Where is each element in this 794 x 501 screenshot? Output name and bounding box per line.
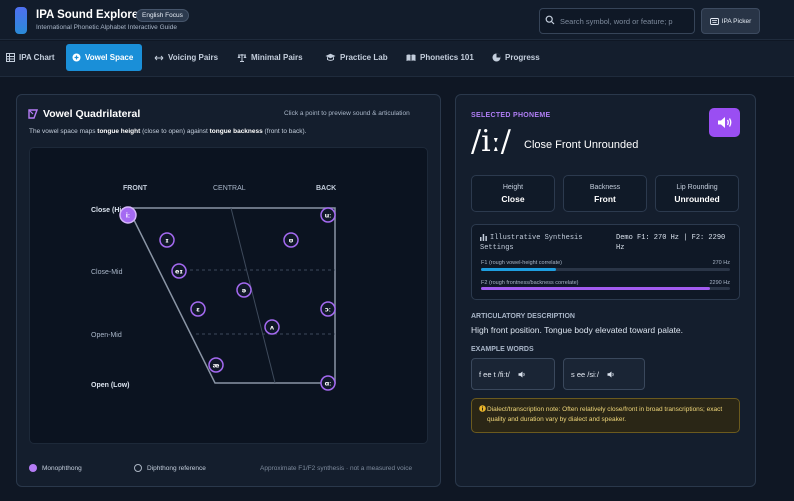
attr-backness: Backness Front [563,175,647,212]
examples-heading: EXAMPLE WORDS [471,346,534,353]
articulatory-description: High front position. Tongue body elevate… [471,325,684,335]
f1-value: 270 Hz [712,260,730,266]
tab-vowel-space[interactable]: Vowel Space [66,44,142,71]
book-icon [406,54,416,61]
main-nav: IPA Chart Vowel Space Voicing Pairs Mini… [0,41,794,77]
legend-diphthong: Diphthong reference [134,464,206,472]
f2-bar [481,287,730,290]
f1-label: F1 (rough vowel-height correlate) [481,260,563,266]
monophthong-swatch [29,464,37,472]
vowel-hint: Click a point to preview sound & articul… [284,110,410,117]
tab-label: Vowel Space [85,53,134,62]
tab-practice-lab[interactable]: Practice Lab [319,44,394,71]
app-title: IPA Sound Explorer [36,9,143,21]
tab-label: IPA Chart [19,53,55,62]
synthesis-title: Illustrative Synthesis Settings [480,234,583,252]
tab-ipa-chart[interactable]: IPA Chart [0,44,61,71]
app-logo [15,7,27,34]
tab-phonetics-101[interactable]: Phonetics 101 [400,44,480,71]
vowel-description: The vowel space maps tongue height (clos… [29,128,307,135]
info-icon [479,405,486,412]
tab-progress[interactable]: Progress [486,44,546,71]
f1-bar-fill [481,268,556,271]
f2-label: F2 (rough frontness/backness correlate) [481,280,579,286]
quadrilateral-icon [28,109,38,119]
formant-readout: Demo F1: 270 Hz | F2: 2290 Hz [616,234,726,252]
table-icon [6,53,15,62]
diphthong-swatch [134,464,142,472]
ipa-picker-button[interactable]: IPA Picker [701,8,760,34]
tab-voicing-pairs[interactable]: Voicing Pairs [148,44,224,71]
example-word-feet[interactable]: f ee t /fiːt/ [471,358,555,390]
tab-label: Minimal Pairs [251,53,303,62]
search-icon [545,15,555,27]
articulatory-heading: ARTICULATORY DESCRIPTION [471,313,575,320]
focus-badge: English Focus [136,9,189,22]
tab-label: Practice Lab [340,53,388,62]
search-input[interactable] [560,9,692,33]
play-sound-button[interactable] [709,108,740,137]
synthesis-disclaimer: Approximate F1/F2 synthesis · not a meas… [260,465,413,472]
keyboard-icon [709,17,719,25]
tab-label: Phonetics 101 [420,53,474,62]
tab-minimal-pairs[interactable]: Minimal Pairs [231,44,309,71]
speaker-icon [717,117,731,128]
search-box [539,8,695,34]
app-subtitle: International Phonetic Alphabet Interact… [36,24,177,31]
attr-height: Height Close [471,175,555,212]
selected-phoneme-label: SELECTED PHONEME [471,112,551,119]
graduation-cap-icon [325,53,336,61]
f2-value: 2290 Hz [709,280,731,286]
phoneme-name: Close Front Unrounded [524,139,639,151]
app-header: IPA Sound Explorer English Focus Interna… [0,0,794,40]
plus-circle-icon [72,53,81,62]
f1-bar [481,268,730,271]
arrows-icon [154,55,164,60]
vowel-chart-area [29,147,428,444]
legend-monophthong: Monophthong [29,464,82,472]
vowel-panel-title: Vowel Quadrilateral [28,108,140,120]
pie-chart-icon [492,53,501,62]
dialect-note-text: Dialect/transcription note: Often relati… [487,406,723,423]
attr-lip-rounding: Lip Rounding Unrounded [655,175,739,212]
scale-icon [237,54,247,62]
speaker-icon [607,371,614,377]
tab-label: Voicing Pairs [168,53,219,62]
ipa-picker-label: IPA Picker [721,17,752,25]
tab-label: Progress [505,53,540,62]
example-word-see[interactable]: s ee /siː/ [563,358,645,390]
f2-bar-fill [481,287,711,290]
phoneme-symbol: /iː/ [471,124,511,159]
speaker-icon [518,371,525,377]
